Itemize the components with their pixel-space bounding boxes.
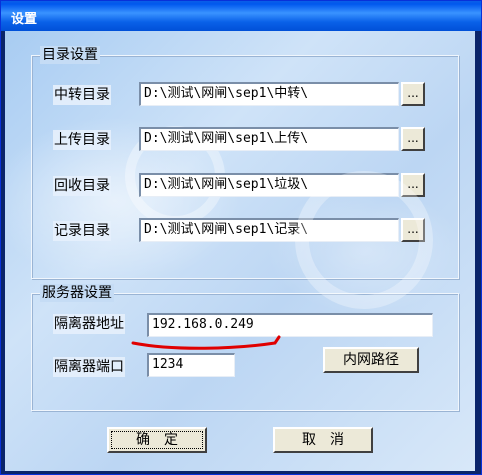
intranet-route-button[interactable]: 内网路径 <box>323 347 419 373</box>
settings-dialog: 设置 目录设置 中转目录 D:\测试\网闸\sep1\中转\ ... 上传目录 … <box>0 0 482 475</box>
red-annotation-underline <box>131 335 281 350</box>
isolator-port-label: 隔离器端口 <box>53 357 125 377</box>
ok-button[interactable]: 确定 <box>107 427 207 453</box>
title-bar[interactable]: 设置 <box>1 1 481 31</box>
log-dir-browse-button[interactable]: ... <box>401 218 425 242</box>
isolator-port-field[interactable]: 1234 <box>147 353 235 377</box>
window-title: 设置 <box>11 12 38 27</box>
dialog-client-area: 目录设置 中转目录 D:\测试\网闸\sep1\中转\ ... 上传目录 D:\… <box>5 31 475 471</box>
cancel-button[interactable]: 取消 <box>273 427 373 453</box>
